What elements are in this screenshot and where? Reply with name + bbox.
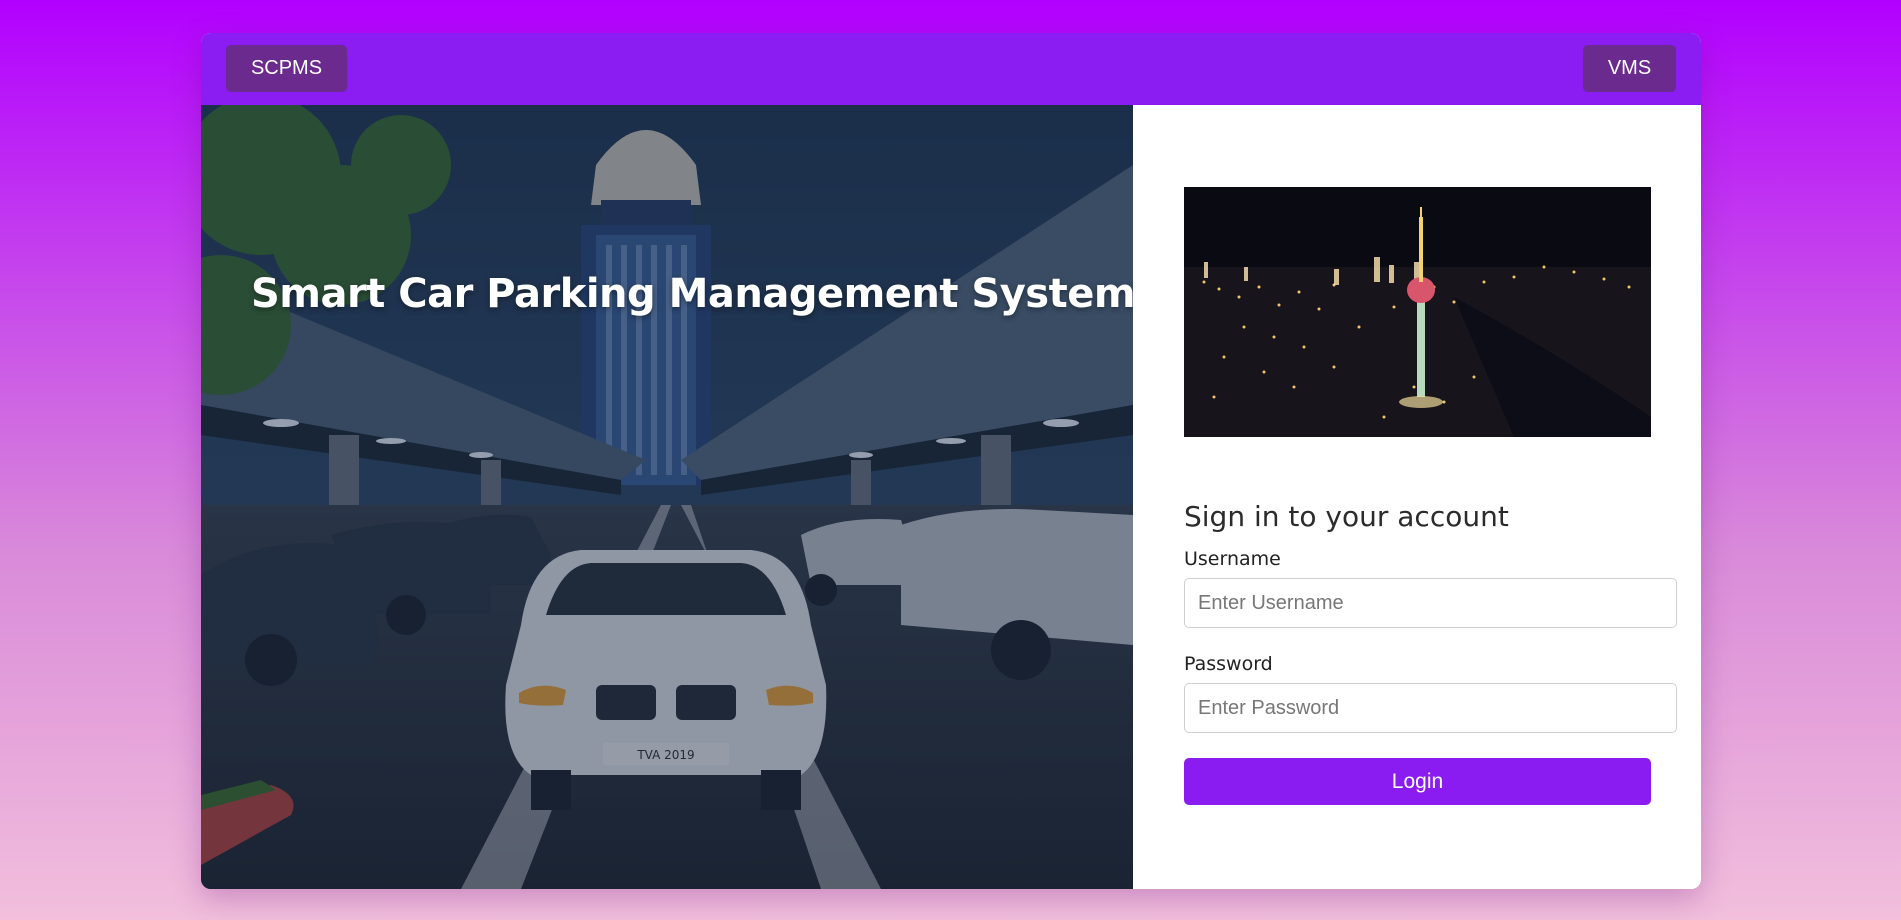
scpms-button[interactable]: SCPMS [226,45,347,92]
login-panel: Sign in to your account Username Passwor… [1133,105,1701,889]
hero-title: Smart Car Parking Management System [251,271,1133,317]
city-skyline-illustration [1184,187,1651,437]
top-navbar: SCPMS VMS [201,33,1701,105]
login-card: SCPMS VMS TVA 2019 Smart Car Parking Man… [201,33,1701,889]
parking-garage-illustration: TVA 2019 [201,105,1133,889]
username-input[interactable] [1184,578,1677,628]
username-label: Username [1184,548,1281,570]
signin-heading: Sign in to your account [1184,500,1509,533]
vms-button[interactable]: VMS [1583,45,1676,92]
hero-parking-image: TVA 2019 Smart Car Parking Management Sy… [201,105,1133,889]
login-button[interactable]: Login [1184,758,1651,805]
password-input[interactable] [1184,683,1677,733]
password-label: Password [1184,653,1273,675]
city-night-photo [1184,187,1651,437]
